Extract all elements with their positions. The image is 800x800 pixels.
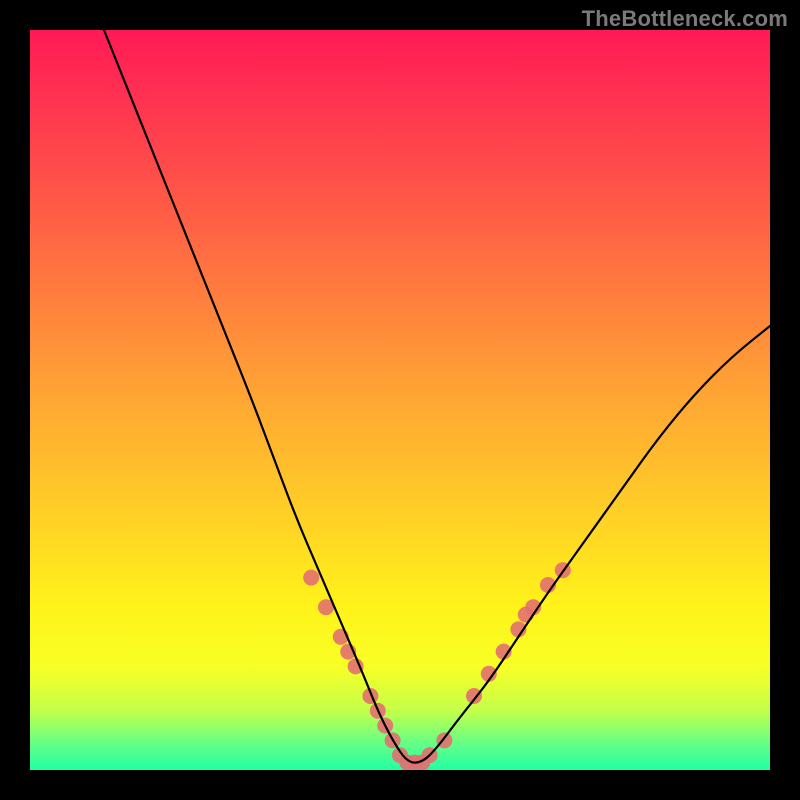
highlight-dots-group — [303, 562, 571, 770]
chart-plot-area — [30, 30, 770, 770]
highlight-dot — [303, 570, 319, 586]
watermark-text: TheBottleneck.com — [582, 6, 788, 32]
chart-svg — [30, 30, 770, 770]
bottleneck-curve — [104, 30, 770, 763]
highlight-dot — [466, 688, 482, 704]
